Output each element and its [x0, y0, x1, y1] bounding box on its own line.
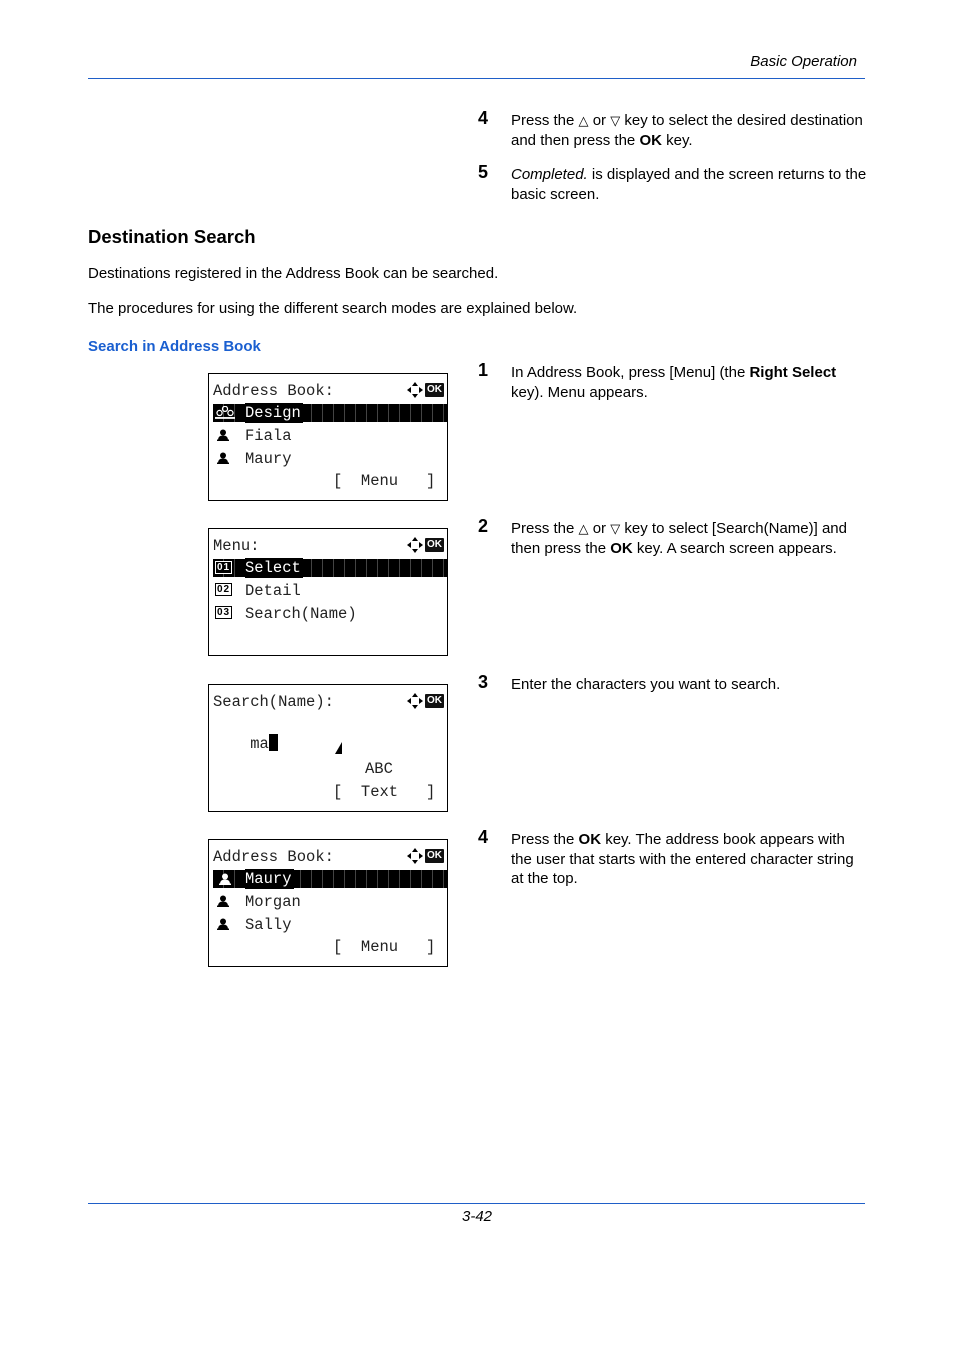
selected-menu-item[interactable]: 01 Select [213, 558, 447, 578]
menu-softkey[interactable]: [ Menu ] [333, 471, 435, 491]
nav-ok-indicator: OK [407, 537, 444, 553]
selected-row[interactable]: Maury [213, 869, 447, 889]
text-softkey[interactable]: [ Text ] [333, 782, 435, 802]
down-triangle-icon: ▽ [610, 113, 621, 128]
group-icon [215, 406, 235, 419]
section-title: Destination Search [88, 226, 256, 247]
step-text: In Address Book, press [Menu] (the Right… [511, 364, 837, 401]
person-icon [217, 895, 229, 907]
row-label: Design [245, 403, 303, 423]
header-rule [88, 78, 865, 79]
menu-softkey[interactable]: [ Menu ] [333, 937, 435, 957]
step-number: 4 [478, 108, 489, 128]
screen-title: Address Book: [213, 848, 334, 866]
step-5-top: 5 Completed. is displayed and the screen… [478, 162, 868, 204]
text-cursor [268, 734, 278, 751]
row-label: Maury [245, 450, 292, 468]
menu-item-label: Detail [245, 582, 301, 600]
lcd-screen-search-name: Search(Name): OK ma ABC [ Text ] [208, 684, 448, 812]
step-1: 1 In Address Book, press [Menu] (the Rig… [478, 360, 868, 402]
person-icon [217, 452, 229, 464]
up-triangle-icon: △ [578, 521, 589, 536]
search-input[interactable]: ma [213, 714, 278, 753]
step-text: Enter the characters you want to search. [511, 676, 781, 693]
item-number-badge: 03 [215, 606, 233, 619]
page-number: 3-42 [461, 1208, 493, 1225]
step-2: 2 Press the △ or ▽ key to select [Search… [478, 516, 868, 558]
step-number: 1 [478, 360, 489, 380]
down-triangle-icon: ▽ [610, 521, 621, 536]
navigation-arrows-icon [407, 848, 423, 864]
search-input-value: ma [250, 735, 269, 753]
input-position-marker-icon [335, 742, 342, 754]
screen-title: Menu: [213, 537, 260, 555]
step-4-top: 4 Press the △ or ▽ key to select the des… [478, 108, 868, 150]
step-number: 5 [478, 162, 489, 182]
lcd-screen-address-book-result: Address Book: OK Maury Morgan Sally [ Me… [208, 839, 448, 967]
ok-icon: OK [425, 849, 444, 863]
nav-ok-indicator: OK [407, 382, 444, 398]
input-mode: ABC [365, 760, 393, 778]
row-label: Sally [245, 916, 292, 934]
step-number: 2 [478, 516, 489, 536]
footer-rule [88, 1203, 865, 1204]
menu-item-label: Search(Name) [245, 605, 357, 623]
subsection-title: Search in Address Book [88, 338, 261, 355]
step-number: 3 [478, 672, 489, 692]
nav-ok-indicator: OK [407, 848, 444, 864]
screen-title: Search(Name): [213, 693, 334, 711]
navigation-arrows-icon [407, 693, 423, 709]
lcd-screen-menu: Menu: OK 01 Select 02 Detail 03 Search(N… [208, 528, 448, 656]
item-number-badge: 01 [215, 561, 233, 574]
selected-row[interactable]: Design [213, 403, 447, 423]
navigation-arrows-icon [407, 382, 423, 398]
menu-item-label: Select [245, 558, 303, 578]
intro-paragraph: Destinations registered in the Address B… [88, 265, 499, 282]
person-icon [219, 873, 231, 885]
step-4: 4 Press the OK key. The address book app… [478, 827, 868, 889]
screen-title: Address Book: [213, 382, 334, 400]
step-text: Completed. is displayed and the screen r… [511, 166, 867, 203]
header-section-title: Basic Operation [750, 53, 857, 70]
up-triangle-icon: △ [578, 113, 589, 128]
ok-icon: OK [425, 383, 444, 397]
row-label: Maury [245, 869, 294, 889]
ok-icon: OK [425, 538, 444, 552]
step-text: Press the △ or ▽ key to select [Search(N… [511, 520, 847, 557]
person-icon [217, 429, 229, 441]
item-number-badge: 02 [215, 583, 233, 596]
row-label: Morgan [245, 893, 301, 911]
step-number: 4 [478, 827, 489, 847]
procedures-paragraph: The procedures for using the different s… [88, 300, 578, 317]
navigation-arrows-icon [407, 537, 423, 553]
step-3: 3 Enter the characters you want to searc… [478, 672, 868, 695]
lcd-screen-address-book: Address Book: OK Design Fiala Maury [ Me… [208, 373, 448, 501]
row-label: Fiala [245, 427, 292, 445]
nav-ok-indicator: OK [407, 693, 444, 709]
ok-icon: OK [425, 694, 444, 708]
person-icon [217, 918, 229, 930]
step-text: Press the △ or ▽ key to select the desir… [511, 112, 863, 149]
step-text: Press the OK key. The address book appea… [511, 831, 854, 887]
